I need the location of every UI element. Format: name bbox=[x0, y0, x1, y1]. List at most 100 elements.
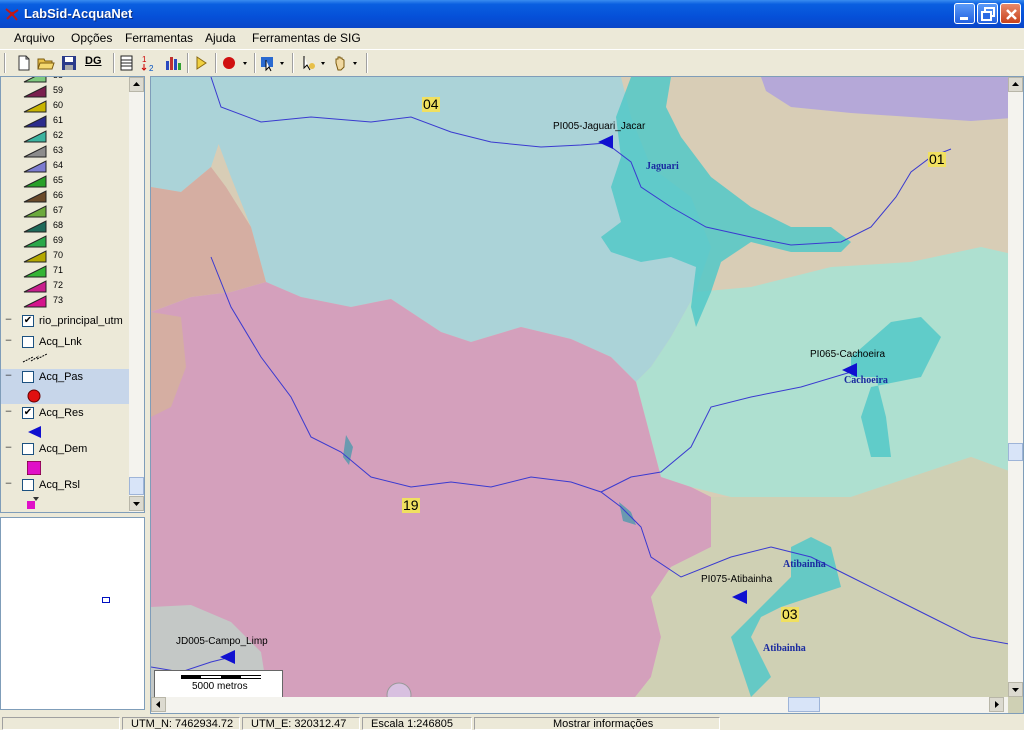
layer-checkbox[interactable] bbox=[22, 371, 34, 383]
legend-class-label: 63 bbox=[53, 145, 64, 155]
record-dropdown-icon[interactable] bbox=[219, 53, 251, 73]
save-icon[interactable] bbox=[59, 53, 79, 73]
select-tool-icon[interactable] bbox=[300, 53, 330, 73]
legend-class-row: 71 bbox=[1, 264, 129, 279]
scroll-up-arrow[interactable] bbox=[129, 77, 144, 92]
legend-class-row: 60 bbox=[1, 99, 129, 114]
collapse-icon[interactable]: − bbox=[4, 408, 13, 418]
demand-square-icon bbox=[27, 461, 41, 475]
menu-arquivo[interactable]: Arquivo bbox=[14, 31, 55, 45]
legend-class-row: 58 bbox=[1, 77, 129, 84]
layer-checkbox[interactable] bbox=[22, 479, 34, 491]
app-icon bbox=[5, 8, 19, 21]
reservoir-label: PI065-Cachoeira bbox=[810, 349, 886, 360]
layer-checkbox[interactable] bbox=[22, 443, 34, 455]
legend-class-label: 60 bbox=[53, 100, 64, 110]
status-info[interactable]: Mostrar informações bbox=[474, 717, 720, 730]
scroll-down-arrow[interactable] bbox=[129, 496, 144, 511]
legend-scrollbar[interactable] bbox=[129, 77, 144, 512]
legend-swatch bbox=[23, 205, 47, 218]
status-bar: UTM_N: 7462934.72 UTM_E: 320312.47 Escal… bbox=[0, 716, 1024, 730]
legend-class-label: 71 bbox=[53, 265, 64, 275]
legend-class-label: 66 bbox=[53, 190, 64, 200]
status-pane-empty bbox=[2, 717, 120, 730]
layer-name: Acq_Dem bbox=[39, 443, 88, 455]
collapse-icon[interactable]: − bbox=[4, 480, 13, 490]
zone-label-03: 03 bbox=[781, 606, 799, 622]
legend-swatch bbox=[23, 130, 47, 143]
map-vertical-scrollbar[interactable] bbox=[1008, 77, 1023, 697]
menu-opcoes[interactable]: Opções bbox=[71, 31, 112, 45]
legend-class-label: 68 bbox=[53, 220, 64, 230]
svg-text:1: 1 bbox=[142, 55, 147, 64]
layer-acq-lnk[interactable]: − Acq_Lnk bbox=[1, 334, 129, 368]
map-horizontal-scrollbar[interactable] bbox=[151, 697, 1008, 713]
collapse-icon[interactable]: − bbox=[4, 372, 13, 382]
bar-chart-icon[interactable] bbox=[163, 53, 183, 73]
reservoir-label: PI075-Atibainha bbox=[701, 574, 773, 585]
legend-class-row: 67 bbox=[1, 204, 129, 219]
menu-ferramentas[interactable]: Ferramentas bbox=[125, 31, 193, 45]
layer-acq-res[interactable]: − ✔ Acq_Res bbox=[1, 405, 129, 440]
legend-swatch bbox=[23, 175, 47, 188]
pointer-dropdown-icon[interactable] bbox=[258, 53, 288, 73]
legend-class-label: 64 bbox=[53, 160, 64, 170]
legend-swatch bbox=[23, 190, 47, 203]
toolbar-separator bbox=[292, 53, 294, 73]
play-icon[interactable] bbox=[191, 53, 211, 73]
layer-checkbox[interactable]: ✔ bbox=[22, 315, 34, 327]
legend-swatch bbox=[23, 250, 47, 263]
dg-button[interactable]: DG bbox=[85, 55, 111, 75]
close-button[interactable] bbox=[1000, 3, 1021, 24]
legend-class-label: 58 bbox=[53, 77, 63, 80]
open-folder-icon[interactable] bbox=[36, 53, 56, 73]
scroll-right-arrow[interactable] bbox=[989, 697, 1004, 712]
layer-rio-principal[interactable]: − ✔ rio_principal_utm bbox=[1, 313, 129, 333]
legend-class-row: 73 bbox=[1, 294, 129, 309]
scroll-thumb[interactable] bbox=[788, 697, 820, 712]
collapse-icon[interactable]: − bbox=[4, 444, 13, 454]
layer-checkbox[interactable]: ✔ bbox=[22, 407, 34, 419]
river-label: Cachoeira bbox=[844, 375, 888, 386]
scroll-thumb[interactable] bbox=[129, 477, 144, 495]
layer-acq-dem[interactable]: − Acq_Dem bbox=[1, 441, 129, 476]
legend-swatch bbox=[23, 100, 47, 113]
overview-extent-box[interactable] bbox=[102, 597, 110, 603]
red-circle-icon bbox=[27, 389, 41, 403]
river-label: Jaguari bbox=[646, 161, 679, 172]
legend-class-label: 59 bbox=[53, 85, 64, 95]
table-icon[interactable] bbox=[117, 53, 137, 73]
scroll-thumb[interactable] bbox=[1008, 443, 1023, 461]
legend-class-label: 61 bbox=[53, 115, 64, 125]
legend-swatch bbox=[23, 235, 47, 248]
scroll-left-arrow[interactable] bbox=[151, 697, 166, 712]
menu-ferramentas-sig[interactable]: Ferramentas de SIG bbox=[252, 31, 361, 45]
app-window: LabSid-AcquaNet Arquivo Opções Ferrament… bbox=[0, 0, 1024, 730]
layer-acq-rsl[interactable]: − Acq_Rsl bbox=[1, 477, 129, 512]
legend-panel: 58 59 60 61 62 63 64 65 66 67 68 69 70 71 72 73 − ✔ rio… bbox=[0, 76, 145, 513]
title-bar[interactable]: LabSid-AcquaNet bbox=[0, 0, 1024, 28]
reservoir-label: PI005-Jaguari_Jacar bbox=[553, 121, 646, 132]
sort-icon[interactable]: 12 bbox=[140, 53, 160, 73]
collapse-icon[interactable]: − bbox=[4, 316, 13, 326]
window-title: LabSid-AcquaNet bbox=[24, 6, 133, 21]
zone-label-04: 04 bbox=[422, 96, 440, 112]
restore-button[interactable] bbox=[977, 3, 998, 24]
menu-ajuda[interactable]: Ajuda bbox=[205, 31, 236, 45]
layer-checkbox[interactable] bbox=[22, 336, 34, 348]
menu-bar: Arquivo Opções Ferramentas Ajuda Ferrame… bbox=[0, 28, 1024, 48]
scroll-up-arrow[interactable] bbox=[1008, 77, 1023, 92]
toolbar-separator bbox=[215, 53, 217, 73]
scroll-down-arrow[interactable] bbox=[1008, 682, 1023, 697]
map-view[interactable]: 04 01 19 03 PI005-Jaguari_Jacar PI065-Ca… bbox=[150, 76, 1024, 714]
collapse-icon[interactable]: − bbox=[4, 337, 13, 347]
toolbar-separator bbox=[366, 53, 368, 73]
legend-class-row: 66 bbox=[1, 189, 129, 204]
minimize-button[interactable] bbox=[954, 3, 975, 24]
pan-hand-icon[interactable] bbox=[331, 53, 361, 73]
status-utm-n: UTM_N: 7462934.72 bbox=[122, 717, 240, 730]
layer-acq-pas[interactable]: − Acq_Pas bbox=[1, 369, 129, 404]
layer-name: Acq_Rsl bbox=[39, 479, 80, 491]
new-file-icon[interactable] bbox=[14, 53, 34, 73]
overview-map[interactable] bbox=[0, 517, 145, 710]
